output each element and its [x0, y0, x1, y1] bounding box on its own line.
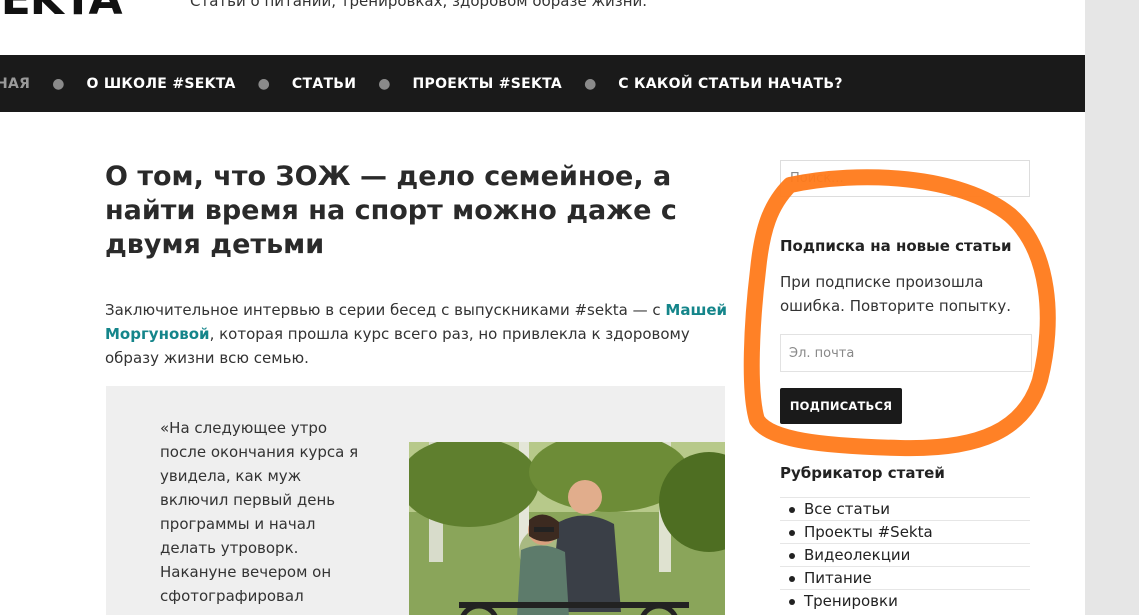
nav-separator: ● — [378, 75, 391, 92]
categories-list: Все статьи Проекты #Sekta Видеолекции Пи… — [780, 497, 1030, 612]
nav-separator: ● — [257, 75, 270, 92]
category-item-projects[interactable]: Проекты #Sekta — [780, 520, 1030, 543]
nav-item-where-to-start[interactable]: С КАКОЙ СТАТЬИ НАЧАТЬ? — [618, 76, 842, 92]
nav-separator: ● — [52, 75, 65, 92]
article-title: О том, что ЗОЖ — дело семейное, а найти … — [105, 161, 677, 260]
subscribe-button[interactable]: ПОДПИСАТЬСЯ — [780, 388, 902, 424]
cyclists-photo-illustration — [409, 442, 725, 615]
nav-separator: ● — [584, 75, 597, 92]
nav-item-articles[interactable]: СТАТЬИ — [292, 76, 356, 92]
main-nav: НАЯ ● О ШКОЛЕ #SEKTA ● СТАТЬИ ● ПРОЕКТЫ … — [0, 55, 1085, 112]
article-intro: Заключительное интервью в серии бесед с … — [105, 298, 730, 370]
nav-item-projects[interactable]: ПРОЕКТЫ #SEKTA — [413, 76, 563, 92]
site-logo[interactable]: SEKTA — [0, 0, 122, 25]
quote-block: «На следующее утро после окончания курса… — [106, 386, 725, 615]
quote-text: «На следующее утро после окончания курса… — [160, 419, 359, 605]
category-item-nutrition[interactable]: Питание — [780, 566, 1030, 589]
category-item-workouts[interactable]: Тренировки — [780, 589, 1030, 612]
site-header: SEKTA Статьи о питании, тренировках, здо… — [0, 0, 1085, 55]
site-tagline: Статьи о питании, тренировках, здоровом … — [190, 0, 648, 10]
category-item-all[interactable]: Все статьи — [780, 497, 1030, 520]
scrollbar-gutter[interactable] — [1085, 0, 1139, 615]
page: SEKTA Статьи о питании, тренировках, здо… — [0, 0, 1085, 615]
article-photo — [409, 442, 725, 615]
category-item-video-lectures[interactable]: Видеолекции — [780, 543, 1030, 566]
search-input[interactable] — [780, 160, 1030, 197]
nav-item-about-school[interactable]: О ШКОЛЕ #SEKTA — [86, 76, 235, 92]
nav-item-home[interactable]: НАЯ — [0, 76, 30, 92]
email-field[interactable] — [780, 334, 1032, 372]
categories-widget-title: Рубрикатор статей — [780, 464, 945, 482]
subscribe-widget-title: Подписка на новые статьи — [780, 237, 1012, 255]
intro-text: Заключительное интервью в серии бесед с … — [105, 301, 666, 319]
subscribe-error-message: При подписке произошла ошибка. Повторите… — [780, 273, 1011, 315]
